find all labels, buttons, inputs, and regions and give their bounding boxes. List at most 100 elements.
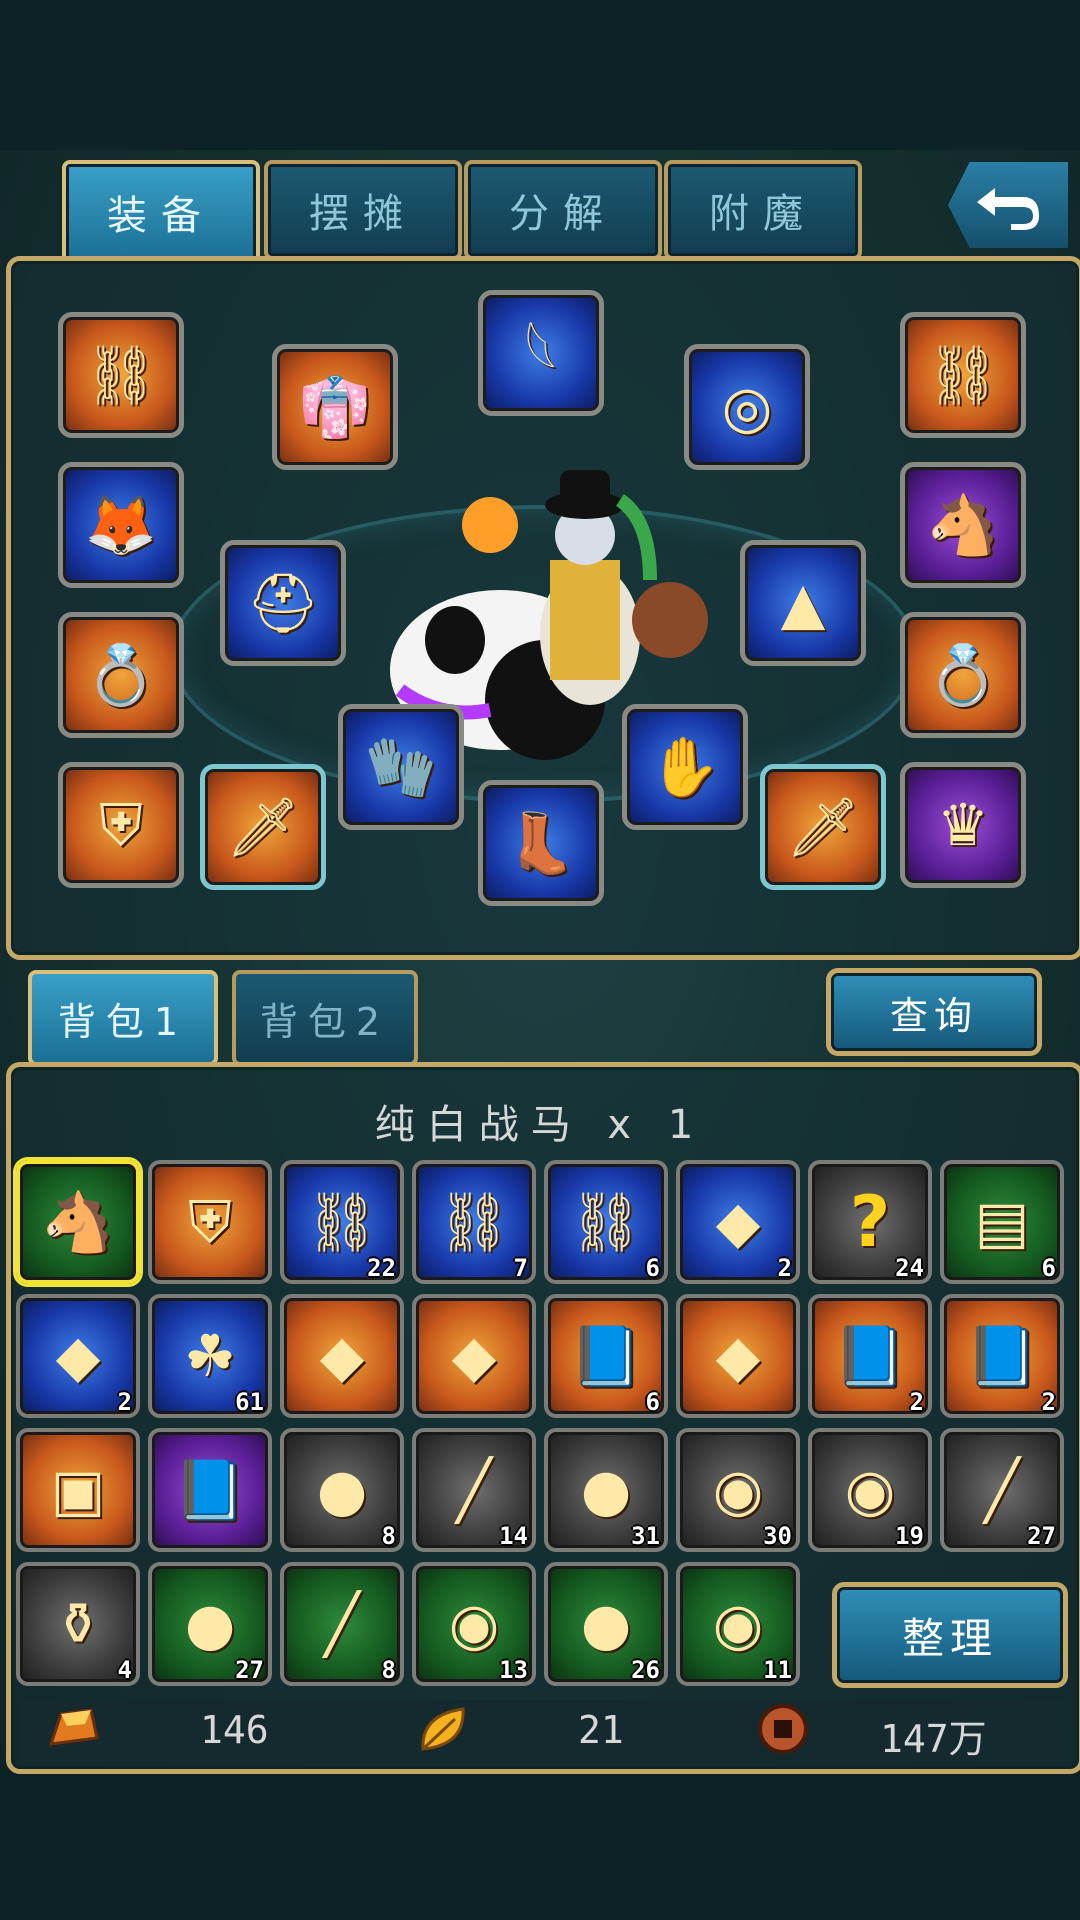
inventory-slot[interactable]: ◉ 11 [676,1562,800,1686]
inventory-slot[interactable]: ▣ [16,1428,140,1552]
inventory-slot[interactable]: ◉ 13 [412,1562,536,1686]
equip-slot-bracer[interactable]: ✋ [622,704,748,830]
inventory-slot[interactable]: 📘 6 [544,1294,668,1418]
tab-stall[interactable]: 摆摊 [264,160,462,260]
equip-slot-bowl[interactable]: ◎ [684,344,810,470]
mystery-icon: ? [849,1181,891,1263]
selected-item-name: 纯白战马 x 1 [374,1102,706,1148]
inventory-slot[interactable]: 🐴 [16,1160,140,1284]
book-icon: 📘 [569,1322,643,1390]
inventory-slot[interactable]: ◆ 2 [16,1294,140,1418]
inventory-slot[interactable]: ╱ 14 [412,1428,536,1552]
inventory-slot[interactable]: ☘ 61 [148,1294,272,1418]
chain-icon: ⛓ [437,1188,511,1256]
item-count: 30 [763,1522,792,1550]
item-count: 19 [895,1522,924,1550]
equip-slot-ring-left[interactable]: 💍 [58,612,184,738]
red-gem-icon: ◆ [451,1322,497,1390]
treasure-chest-icon: ▣ [50,1456,106,1524]
wood-log-icon: ╱ [984,1456,1020,1524]
item-count: 6 [645,1388,660,1416]
inventory-slot[interactable]: ● 31 [544,1428,668,1552]
inventory-slot[interactable]: 📘 [148,1428,272,1552]
sort-button[interactable]: 整理 [832,1582,1068,1688]
query-button[interactable]: 查询 [826,968,1042,1056]
red-gem-icon: ◆ [715,1188,761,1256]
coin-amount: 147万 [880,1717,987,1761]
inventory-slot[interactable]: ⛓ 22 [280,1160,404,1284]
leaf-icon [412,1698,474,1760]
ring-icon: 💍 [84,641,158,709]
skirt-icon: ▲ [780,569,826,637]
item-count: 14 [499,1522,528,1550]
gold-amount: 146 [200,1708,269,1752]
item-count: 27 [1027,1522,1056,1550]
inventory-slot[interactable]: 📘 2 [940,1294,1064,1418]
wood-log-icon: ╱ [324,1590,360,1658]
copper-coin-icon [752,1698,814,1760]
equip-slot-vip[interactable]: ♛ [900,762,1026,888]
book-icon: 📘 [833,1322,907,1390]
equip-slot-robe[interactable]: 👘 [272,344,398,470]
inventory-slot[interactable]: ╱ 27 [940,1428,1064,1552]
vip-crown-icon: ♛ [937,791,989,859]
equip-slot-weapon-left[interactable]: 🗡 [200,764,326,890]
inventory-slot[interactable]: ● 27 [148,1562,272,1686]
helmet-icon: ⛑ [246,569,320,637]
inventory-slot[interactable]: ◆ [280,1294,404,1418]
equip-slot-necklace-right[interactable]: ⛓ [900,312,1026,438]
blue-ore-icon: ◉ [712,1456,764,1524]
inventory-slot[interactable]: ⛨ [148,1160,272,1284]
inventory-slot[interactable]: 📘 2 [808,1294,932,1418]
ore-icon: ● [316,1456,368,1524]
inventory-slot[interactable]: ⛓ 6 [544,1160,668,1284]
equip-slot-boots[interactable]: 👢 [478,780,604,906]
glove-icon: 🧤 [364,733,438,801]
fox-pet-icon: 🦊 [84,491,158,559]
ring-icon: 💍 [926,641,1000,709]
item-count: 2 [1041,1388,1056,1416]
inventory-slot[interactable]: ◉ 30 [676,1428,800,1552]
item-count: 2 [909,1388,924,1416]
equip-slot-mount[interactable]: 🐴 [900,462,1026,588]
item-count: 11 [763,1656,792,1684]
inventory-slot[interactable]: ▤ 6 [940,1160,1064,1284]
equip-slot-gloves[interactable]: 🧤 [338,704,464,830]
equip-slot-shoulder[interactable]: ⛨ [58,762,184,888]
inventory-slot[interactable]: ? 24 [808,1160,932,1284]
boot-icon: 👢 [504,809,578,877]
shoulder-armor-icon: ⛨ [188,1188,232,1256]
item-count: 31 [631,1522,660,1550]
equip-slot-skirt[interactable]: ▲ [740,540,866,666]
ore-icon: ● [580,1456,632,1524]
equip-slot-necklace-left[interactable]: ⛓ [58,312,184,438]
equip-slot-ring-right[interactable]: 💍 [900,612,1026,738]
inventory-slot[interactable]: ╱ 8 [280,1562,404,1686]
back-button[interactable] [948,162,1068,248]
inventory-slot[interactable]: ◆ [676,1294,800,1418]
herb-icon: ☘ [184,1322,236,1390]
dagger-icon: 🗡 [786,793,860,861]
inventory-slot[interactable]: ● 26 [544,1562,668,1686]
equip-slot-weapon-right[interactable]: 🗡 [760,764,886,890]
dagger-icon: 🗡 [226,793,300,861]
tab-equipment[interactable]: 装备 [62,160,260,264]
item-count: 26 [631,1656,660,1684]
equip-slot-helmet[interactable]: ⛑ [220,540,346,666]
inventory-slot[interactable]: ◆ [412,1294,536,1418]
red-gem-icon: ◆ [319,1322,365,1390]
book-icon: 📘 [173,1456,247,1524]
equip-slot-pet[interactable]: 🦊 [58,462,184,588]
inventory-slot[interactable]: ⚱ 4 [16,1562,140,1686]
tab-bag-1[interactable]: 背包1 [28,970,218,1066]
tab-enchant[interactable]: 附魔 [664,160,862,260]
scroll-card-icon: ▤ [974,1188,1030,1256]
inventory-slot[interactable]: ◉ 19 [808,1428,932,1552]
inventory-slot[interactable]: ◆ 2 [676,1160,800,1284]
tab-bag-2[interactable]: 背包2 [232,970,418,1066]
inventory-slot[interactable]: ● 8 [280,1428,404,1552]
equip-slot-wings[interactable]: 𓆩 [478,290,604,416]
tab-decompose[interactable]: 分解 [464,160,662,260]
chain-icon: ⛓ [569,1188,643,1256]
inventory-slot[interactable]: ⛓ 7 [412,1160,536,1284]
